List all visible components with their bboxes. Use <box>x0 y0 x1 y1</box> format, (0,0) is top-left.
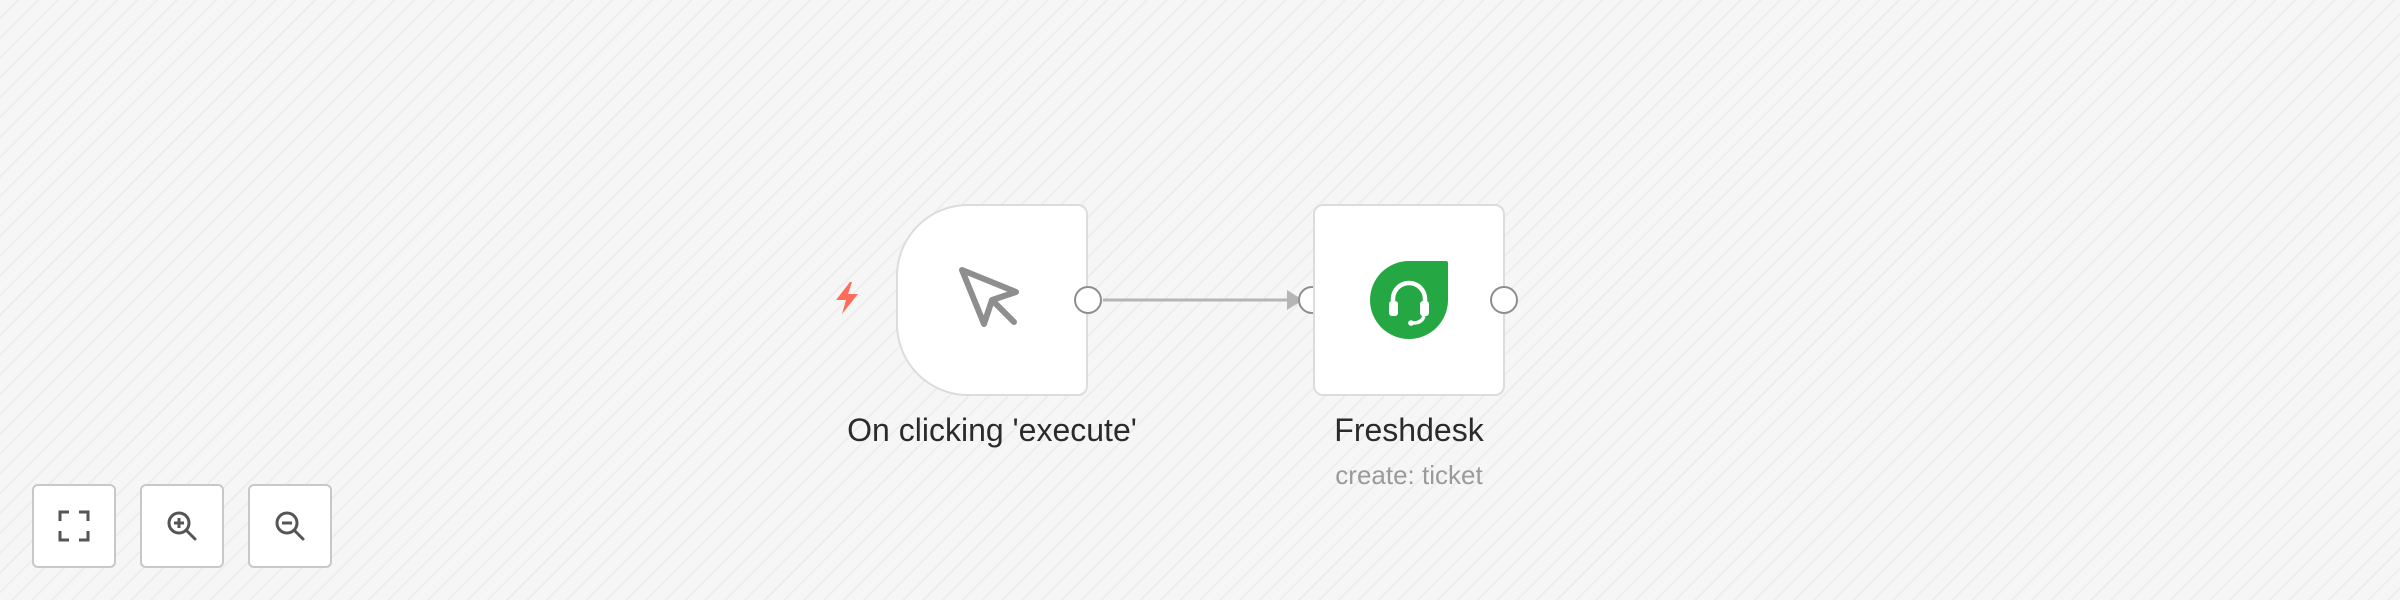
workflow-canvas[interactable]: On clicking 'execute' Freshdesk create: … <box>0 0 2400 600</box>
fullscreen-icon <box>58 510 90 542</box>
fit-view-button[interactable] <box>32 484 116 568</box>
freshdesk-headset-icon <box>1368 259 1450 341</box>
node-freshdesk[interactable] <box>1313 204 1505 396</box>
zoom-in-button[interactable] <box>140 484 224 568</box>
trigger-output-handle[interactable] <box>1074 286 1102 314</box>
freshdesk-node-subtitle: create: ticket <box>1335 460 1483 490</box>
freshdesk-node-label: Freshdesk <box>1334 412 1484 448</box>
lightning-bolt-icon <box>836 282 858 314</box>
zoom-out-button[interactable] <box>248 484 332 568</box>
zoom-in-icon <box>167 511 197 541</box>
freshdesk-output-handle[interactable] <box>1490 286 1518 314</box>
trigger-node-label: On clicking 'execute' <box>847 412 1137 448</box>
connection-line[interactable] <box>1103 282 1313 318</box>
zoom-out-icon <box>275 511 305 541</box>
node-manual-trigger[interactable] <box>896 204 1088 396</box>
mouse-pointer-icon <box>954 262 1030 338</box>
